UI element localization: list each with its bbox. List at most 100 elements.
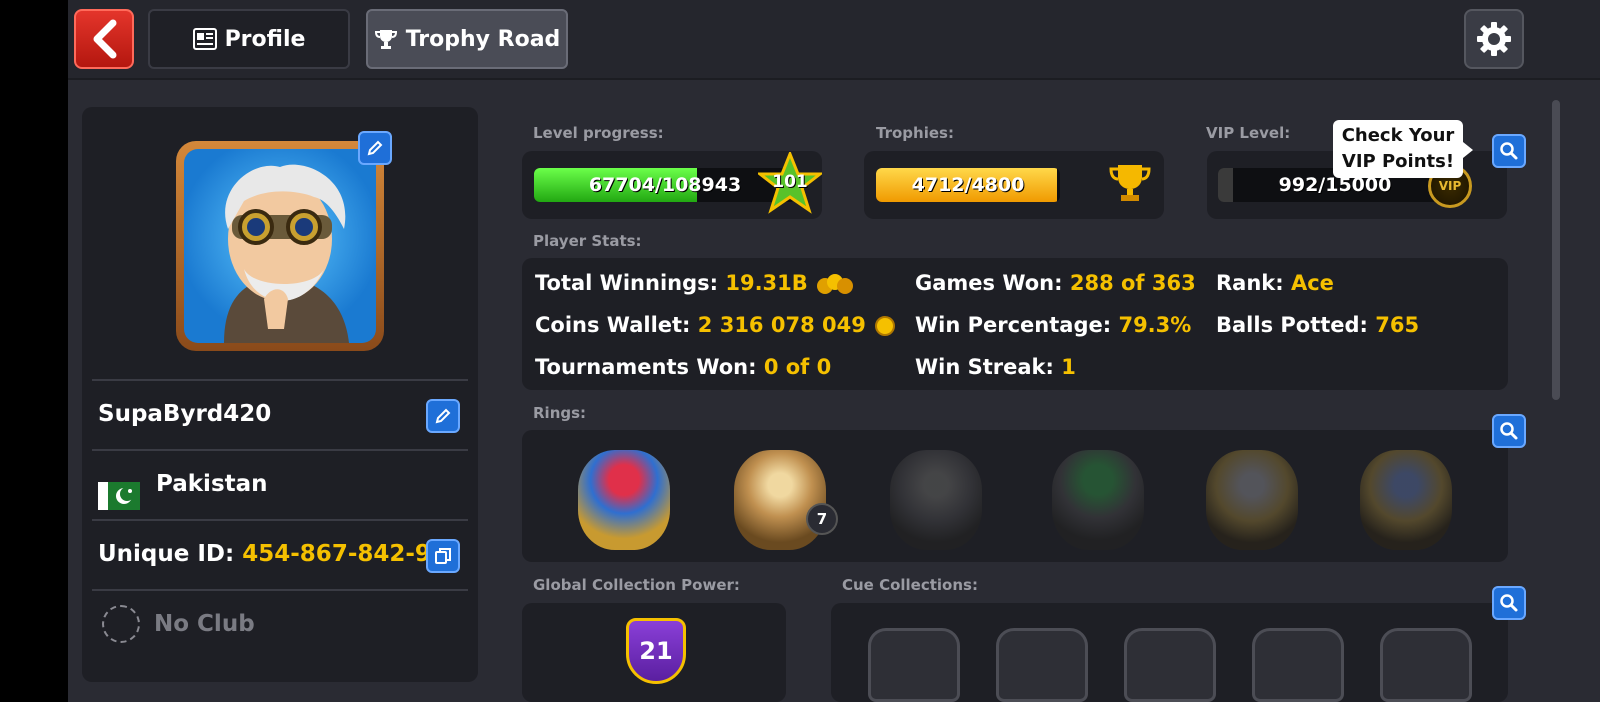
- vip-search-button[interactable]: [1492, 134, 1526, 168]
- profile-card-icon: [192, 28, 217, 50]
- username: SupaByrd420: [98, 401, 272, 427]
- level-star-badge: 101: [755, 149, 825, 216]
- rank-value: Ace: [1290, 271, 1334, 295]
- win-percentage-stat: Win Percentage: 79.3%: [915, 313, 1191, 337]
- back-button[interactable]: [74, 9, 134, 69]
- coin-icon: [875, 316, 896, 336]
- pencil-icon: [367, 140, 383, 156]
- magnifier-icon: [1500, 142, 1518, 160]
- collection-power-value: 21: [639, 637, 673, 665]
- ring-item[interactable]: [890, 450, 982, 550]
- trophy-icon: [374, 30, 397, 49]
- vip-tooltip-line2: VIP Points!: [1341, 151, 1455, 172]
- club-name[interactable]: No Club: [154, 611, 255, 637]
- cue-collection-money-icon[interactable]: [1380, 628, 1472, 702]
- scrollbar[interactable]: [1552, 100, 1560, 400]
- ring-item[interactable]: [1206, 450, 1298, 550]
- player-stats-title: Player Stats:: [533, 232, 642, 250]
- copy-icon: [435, 548, 451, 564]
- collection-power-badge[interactable]: 21: [626, 618, 686, 684]
- gold-trophy-icon: [1109, 165, 1151, 201]
- profile-panel: SupaByrd420 Pakistan Unique ID: 454-867-…: [82, 107, 478, 682]
- edit-avatar-button[interactable]: [358, 131, 392, 165]
- games-won-value: 288 of 363: [1069, 271, 1196, 295]
- rings-title: Rings:: [533, 404, 587, 422]
- level-number: 101: [772, 172, 808, 192]
- coin-stack-icon: [817, 274, 854, 294]
- divider: [92, 519, 468, 521]
- unique-id-row: Unique ID: 454-867-842-9: [98, 541, 431, 567]
- games-won-stat: Games Won: 288 of 363: [915, 271, 1196, 295]
- avatar-image: [184, 149, 376, 343]
- ring-item[interactable]: [1360, 450, 1452, 550]
- level-progress-text: 67704/108943: [588, 174, 742, 196]
- trophies-progress-text: 4712/4800: [911, 174, 1025, 196]
- avatar[interactable]: [176, 141, 384, 351]
- vip-badge-text: VIP: [1438, 179, 1462, 193]
- total-winnings-stat: Total Winnings: 19.31B: [535, 271, 855, 296]
- win-streak-stat: Win Streak: 1: [915, 355, 1076, 379]
- cue-collection-diamond-icon[interactable]: [1252, 628, 1344, 702]
- cue-collections-search-button[interactable]: [1492, 586, 1526, 620]
- chevron-left-icon: [93, 19, 117, 59]
- magnifier-icon: [1500, 422, 1518, 440]
- tournaments-won-label: Tournaments Won:: [535, 355, 757, 379]
- win-streak-label: Win Streak:: [915, 355, 1054, 379]
- rank-label: Rank:: [1216, 271, 1284, 295]
- pencil-icon: [435, 408, 451, 424]
- settings-button[interactable]: [1464, 9, 1524, 69]
- ring-count-text: 7: [816, 510, 828, 528]
- cue-collection-8ball-icon[interactable]: [996, 628, 1088, 702]
- club-placeholder-icon: [102, 605, 140, 643]
- ring-item[interactable]: [734, 450, 826, 550]
- total-winnings-value: 19.31B: [725, 271, 808, 295]
- unique-id-label: Unique ID:: [98, 541, 235, 567]
- ring-item[interactable]: [1052, 450, 1144, 550]
- ring-count-badge: 7: [806, 503, 838, 535]
- vip-tooltip[interactable]: Check Your VIP Points!: [1333, 120, 1473, 178]
- tab-trophy-road-label: Trophy Road: [405, 26, 561, 52]
- win-percentage-label: Win Percentage:: [915, 313, 1112, 337]
- win-streak-value: 1: [1061, 355, 1076, 379]
- tournaments-won-value: 0 of 0: [763, 355, 832, 379]
- tab-profile[interactable]: Profile: [148, 9, 350, 69]
- coins-wallet-value: 2 316 078 049: [697, 313, 866, 337]
- vip-tooltip-line1: Check Your: [1341, 125, 1455, 146]
- tab-trophy-road[interactable]: Trophy Road: [366, 9, 568, 69]
- tab-profile-label: Profile: [224, 26, 306, 52]
- balls-potted-stat: Balls Potted: 765: [1216, 313, 1419, 337]
- pakistan-flag-icon: [98, 482, 140, 510]
- gear-icon: [1477, 22, 1511, 56]
- top-bar: Profile Trophy Road: [68, 0, 1600, 80]
- win-percentage-value: 79.3%: [1118, 313, 1192, 337]
- ring-item[interactable]: [578, 450, 670, 550]
- trophies-title: Trophies:: [876, 124, 954, 142]
- vip-level-title: VIP Level:: [1206, 124, 1291, 142]
- divider: [92, 379, 468, 381]
- magnifier-icon: [1500, 594, 1518, 612]
- coins-wallet-label: Coins Wallet:: [535, 313, 691, 337]
- balls-potted-value: 765: [1375, 313, 1420, 337]
- total-winnings-label: Total Winnings:: [535, 271, 719, 295]
- cue-collection-landmarks-icon[interactable]: [1124, 628, 1216, 702]
- level-progress-bar: 67704/108943: [534, 168, 796, 202]
- country-name: Pakistan: [156, 471, 268, 497]
- level-progress-title: Level progress:: [533, 124, 664, 142]
- balls-potted-label: Balls Potted:: [1216, 313, 1368, 337]
- coins-wallet-stat: Coins Wallet: 2 316 078 049: [535, 313, 897, 338]
- app-root: Profile Trophy Road SupaByrd420 Pakistan…: [68, 0, 1600, 702]
- divider: [92, 449, 468, 451]
- rank-stat: Rank: Ace: [1216, 271, 1334, 295]
- unique-id-value: 454-867-842-9: [242, 541, 431, 567]
- old-man-portrait-icon: [224, 164, 349, 343]
- rings-search-button[interactable]: [1492, 414, 1526, 448]
- copy-id-button[interactable]: [426, 539, 460, 573]
- games-won-label: Games Won:: [915, 271, 1063, 295]
- divider: [92, 589, 468, 591]
- edit-username-button[interactable]: [426, 399, 460, 433]
- tournaments-won-stat: Tournaments Won: 0 of 0: [535, 355, 831, 379]
- cue-collection-fireworks-icon[interactable]: [868, 628, 960, 702]
- cue-collections-title: Cue Collections:: [842, 576, 978, 594]
- global-collection-title: Global Collection Power:: [533, 576, 740, 594]
- trophies-progress-bar: 4712/4800: [876, 168, 1060, 202]
